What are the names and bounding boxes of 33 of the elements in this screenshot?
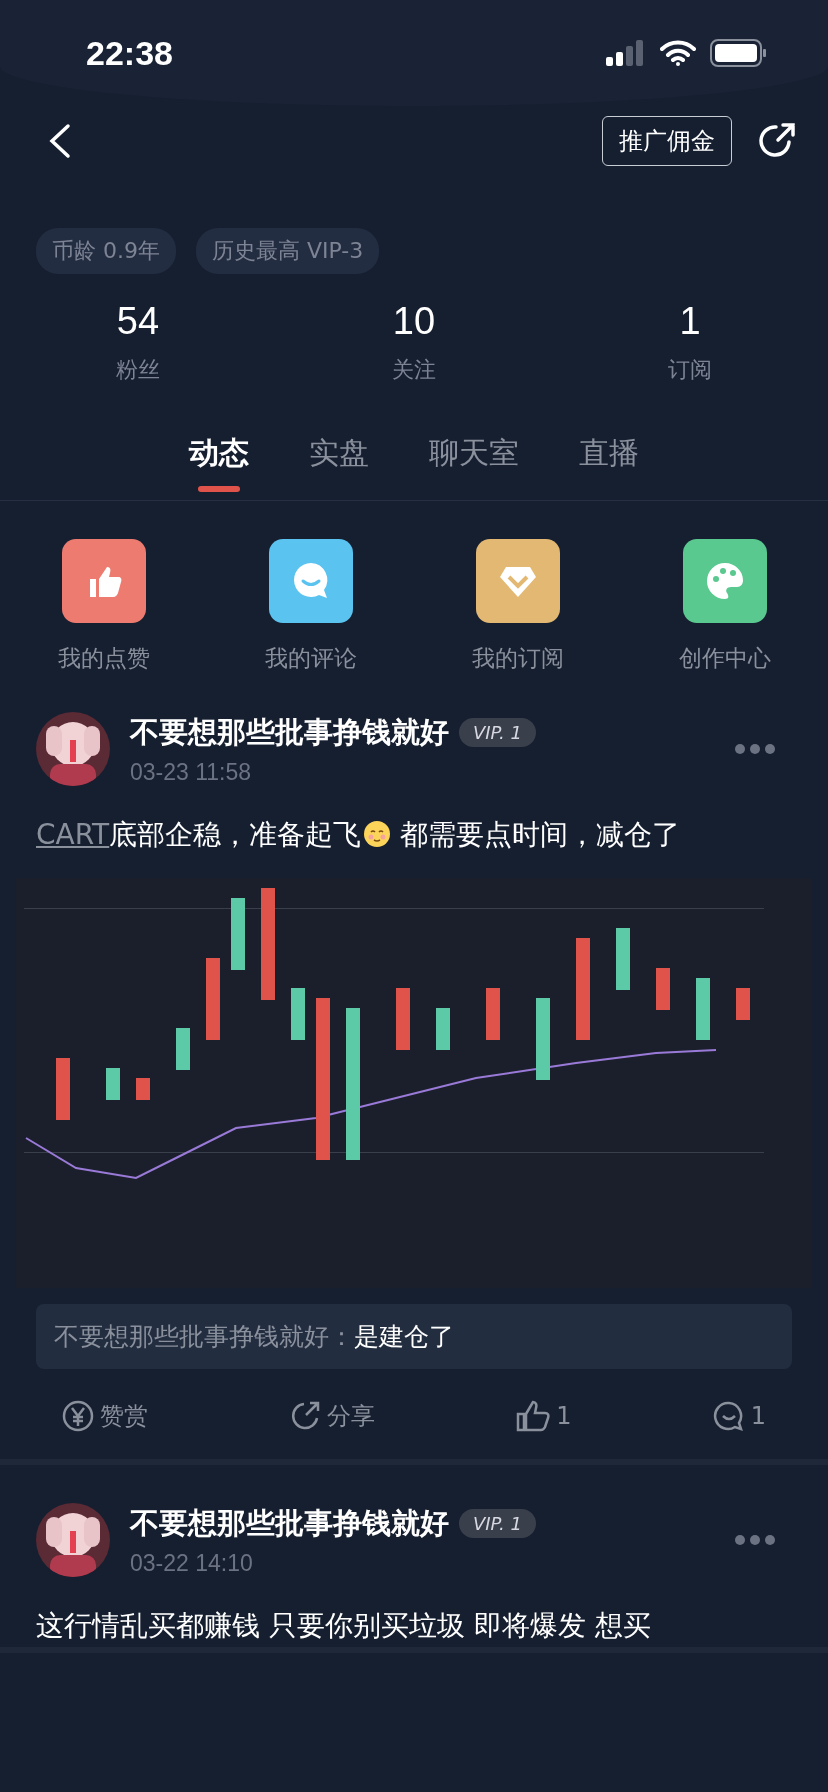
ticker-link[interactable]: CART — [36, 818, 110, 851]
shortcut-label: 我的点赞 — [57, 644, 150, 673]
tab[interactable]: 直播 — [567, 425, 651, 500]
stat-label: 粉丝 — [116, 356, 160, 384]
stat-label: 关注 — [392, 356, 436, 384]
post-date: 03-23 11:58 — [130, 758, 253, 786]
share-button[interactable]: 分享 — [283, 1399, 382, 1433]
post-text: CART底部企稳，准备起飞 都需要点时间，减仓了 — [36, 817, 682, 853]
status-time: 22:38 — [86, 33, 173, 73]
tab[interactable]: 实盘 — [297, 425, 381, 500]
stat-value: 54 — [116, 300, 160, 343]
comment-text: 是建仓了 — [354, 1321, 454, 1353]
tab[interactable]: 聊天室 — [417, 425, 531, 500]
author-name[interactable]: 不要想那些批事挣钱就好 — [130, 1503, 449, 1544]
profile-tag: 币龄 0.9年 — [36, 228, 176, 274]
comment-author[interactable]: 不要想那些批事挣钱就好： — [54, 1320, 354, 1353]
stat-value: 10 — [392, 300, 436, 343]
shortcut-label: 我的订阅 — [471, 644, 564, 673]
post-text: 这行情乱买都赚钱 只要你别买垃圾 即将爆发 想买 — [36, 1608, 652, 1644]
author-name[interactable]: 不要想那些批事挣钱就好 — [130, 712, 449, 753]
tab[interactable]: 动态 — [177, 425, 261, 500]
promo-button[interactable]: 推广佣金 — [602, 116, 732, 166]
like-button[interactable]: 1 — [510, 1399, 578, 1433]
post-date: 03-22 14:10 — [130, 1549, 254, 1577]
profile-tag: 历史最高 VIP-3 — [196, 228, 380, 274]
shortcut-label: 我的评论 — [264, 644, 357, 673]
comment-button[interactable]: 1 — [706, 1399, 772, 1433]
reward-button[interactable]: 赞赏 — [56, 1399, 154, 1433]
shortcut-label: 创作中心 — [678, 644, 771, 673]
vip-badge: VIP. 1 — [459, 1509, 536, 1538]
vip-badge: VIP. 1 — [459, 718, 536, 747]
stat-label: 订阅 — [668, 356, 712, 384]
stat-value: 1 — [679, 300, 701, 343]
